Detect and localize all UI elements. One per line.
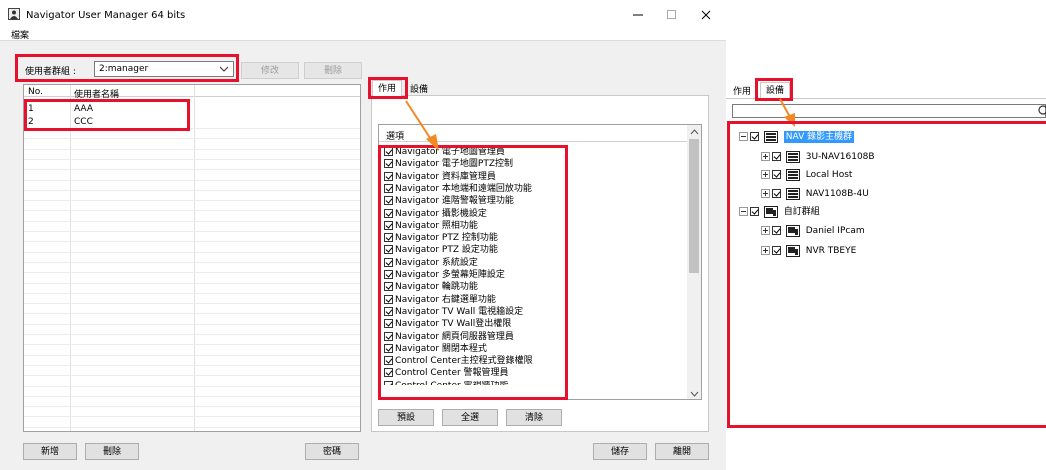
highlight-options <box>378 145 568 400</box>
modify-button[interactable]: 修改 <box>241 62 299 79</box>
grid-line <box>24 344 360 346</box>
grid-line <box>24 220 360 222</box>
delete-user-button[interactable]: 刪除 <box>85 443 139 460</box>
grid-line <box>24 416 360 418</box>
grid-line <box>24 303 360 305</box>
grid-line <box>24 385 360 387</box>
grid-line <box>24 334 360 335</box>
grid-line <box>24 138 360 140</box>
add-user-button[interactable]: 新增 <box>23 443 77 460</box>
highlight-user-group <box>15 54 239 82</box>
grid-line <box>24 179 360 181</box>
grid-line <box>24 364 360 366</box>
grid-line <box>24 231 360 232</box>
grid-line <box>24 375 360 377</box>
grid-line <box>24 395 360 397</box>
default-button[interactable]: 預設 <box>378 409 434 426</box>
grid-line <box>24 406 360 408</box>
close-icon[interactable] <box>700 9 712 21</box>
scroll-down-icon[interactable] <box>690 390 699 399</box>
grid-line <box>24 251 360 253</box>
app-icon <box>8 8 20 20</box>
select-all-button[interactable]: 全選 <box>442 409 498 426</box>
column-divider <box>70 85 71 431</box>
leave-button[interactable]: 離開 <box>655 443 709 460</box>
grid-line <box>24 210 360 212</box>
group-delete-button[interactable]: 刪除 <box>304 62 362 79</box>
grid-line <box>24 200 360 202</box>
grid-line <box>24 261 360 263</box>
highlight-device-tree <box>727 121 1046 428</box>
grid-line <box>24 272 360 274</box>
save-button[interactable]: 儲存 <box>593 443 647 460</box>
highlight-users <box>24 99 190 131</box>
grid-line <box>24 158 360 160</box>
grid-line <box>24 169 360 171</box>
clear-button[interactable]: 清除 <box>506 409 562 426</box>
grid-line <box>24 148 360 150</box>
grid-line <box>24 426 360 428</box>
scroll-up-icon[interactable] <box>690 128 699 138</box>
grid-line <box>24 189 360 191</box>
table-header: No. 使用者名稱 <box>24 85 360 100</box>
scrollbar-thumb[interactable] <box>689 139 699 273</box>
maximize-icon[interactable] <box>666 9 678 21</box>
grid-line <box>24 323 360 325</box>
minimize-icon[interactable] <box>632 9 644 21</box>
column-divider <box>194 85 195 431</box>
column-no: No. <box>28 87 43 97</box>
right-tab-action[interactable]: 作用 <box>728 84 756 101</box>
scrollbar[interactable] <box>687 125 701 399</box>
highlight-tab-action <box>368 77 408 99</box>
window-title: Navigator User Manager 64 bits <box>26 10 186 21</box>
grid-line <box>24 354 360 356</box>
title-bar: Navigator User Manager 64 bits 檔案 <box>0 0 726 41</box>
password-button[interactable]: 密碼 <box>305 443 359 460</box>
grid-line <box>24 241 360 243</box>
search-icon[interactable] <box>1036 105 1046 117</box>
grid-line <box>24 282 360 284</box>
grid-line <box>24 292 360 294</box>
arrow-annotation <box>405 100 439 151</box>
grid-line <box>24 313 360 315</box>
users-table: No. 使用者名稱 1 AAA 2 CCC <box>23 84 361 432</box>
